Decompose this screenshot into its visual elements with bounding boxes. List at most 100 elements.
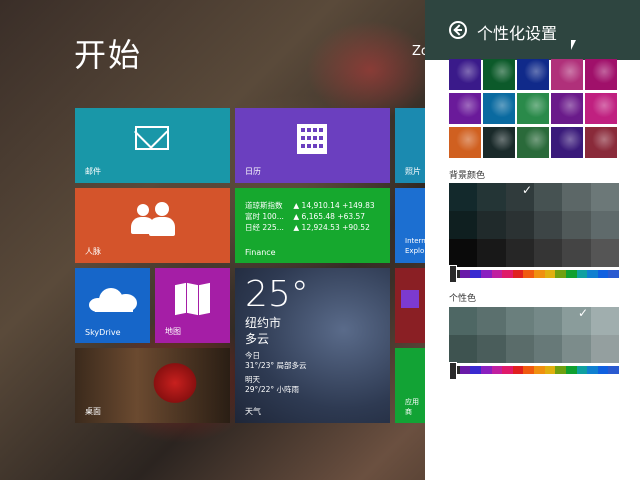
tile-skydrive[interactable]: SkyDrive — [75, 268, 150, 343]
tile-photos[interactable]: 照片 — [395, 108, 425, 183]
hue-segment[interactable] — [576, 366, 588, 374]
tile-games[interactable] — [395, 268, 425, 343]
tile-finance-label: Finance — [245, 248, 276, 257]
hue-segment[interactable] — [555, 366, 566, 374]
tile-people[interactable]: 人脉 — [75, 188, 230, 263]
color-swatch[interactable] — [477, 211, 506, 239]
hue-segment[interactable] — [587, 366, 598, 374]
color-swatch[interactable] — [533, 307, 563, 335]
hue-segment[interactable] — [608, 270, 619, 278]
color-swatch[interactable] — [590, 239, 619, 267]
tile-maps[interactable]: 地图 — [155, 268, 230, 343]
hue-segment[interactable] — [512, 366, 524, 374]
background-hue-slider-thumb[interactable] — [449, 265, 457, 283]
pattern-option[interactable] — [483, 93, 515, 124]
tile-mail-label: 邮件 — [85, 167, 101, 176]
color-swatch[interactable] — [562, 183, 591, 211]
tile-calendar[interactable]: 日历 — [235, 108, 390, 183]
hue-segment[interactable] — [534, 366, 545, 374]
hue-segment[interactable] — [587, 270, 598, 278]
pattern-option[interactable] — [449, 59, 481, 90]
color-swatch[interactable] — [449, 183, 478, 211]
hue-segment[interactable] — [459, 366, 471, 374]
color-swatch[interactable] — [533, 239, 563, 267]
pattern-option[interactable] — [585, 93, 617, 124]
back-arrow-icon[interactable] — [449, 21, 467, 39]
hue-segment[interactable] — [597, 366, 609, 374]
color-swatch[interactable] — [590, 211, 619, 239]
accent-hue-slider-thumb[interactable] — [449, 362, 457, 380]
hue-segment[interactable] — [470, 270, 481, 278]
pattern-option[interactable] — [585, 127, 617, 158]
hue-segment[interactable] — [597, 270, 609, 278]
tile-store[interactable]: 应用商 — [395, 348, 425, 423]
color-swatch[interactable] — [477, 239, 506, 267]
hue-segment[interactable] — [565, 366, 577, 374]
color-swatch[interactable] — [449, 307, 478, 335]
hue-segment[interactable] — [565, 270, 577, 278]
color-swatch[interactable] — [505, 211, 534, 239]
pattern-option[interactable] — [551, 59, 583, 90]
color-swatch[interactable] — [477, 335, 506, 363]
cloud-icon — [89, 288, 137, 312]
weather-city: 纽约市 — [245, 316, 282, 330]
hue-segment[interactable] — [544, 366, 556, 374]
background-color-label: 背景颜色 — [449, 171, 486, 181]
hue-segment[interactable] — [523, 270, 534, 278]
pattern-option[interactable] — [517, 59, 549, 90]
hue-segment[interactable] — [491, 270, 503, 278]
tile-mail[interactable]: 邮件 — [75, 108, 230, 183]
color-swatch[interactable] — [562, 211, 591, 239]
pattern-option[interactable] — [585, 59, 617, 90]
accent-hue-slider[interactable] — [449, 366, 619, 374]
color-swatch[interactable] — [449, 335, 478, 363]
tile-internet-explorer[interactable]: Intern Explo — [395, 188, 425, 263]
trophy-icon — [401, 290, 419, 308]
color-swatch[interactable] — [533, 183, 563, 211]
hue-segment[interactable] — [502, 366, 513, 374]
color-swatch[interactable] — [533, 335, 563, 363]
tile-finance[interactable]: 道琼斯指数 ▲ 14,910.14 +149.83 富时 100... ▲ 6,… — [235, 188, 390, 263]
color-swatch[interactable] — [477, 183, 506, 211]
tile-weather[interactable]: 25° 纽约市 多云 今日 31°/23° 局部多云 明天 29°/22° 小阵… — [235, 268, 390, 423]
hue-segment[interactable] — [512, 270, 524, 278]
color-swatch[interactable] — [505, 307, 534, 335]
hue-segment[interactable] — [480, 270, 492, 278]
weather-today-forecast: 31°/23° 局部多云 — [245, 361, 307, 370]
tile-desktop[interactable]: 桌面 — [75, 348, 230, 423]
hue-segment[interactable] — [608, 366, 619, 374]
color-swatch[interactable] — [562, 335, 591, 363]
pattern-option[interactable] — [449, 127, 481, 158]
hue-segment[interactable] — [480, 366, 492, 374]
background-hue-slider[interactable] — [449, 270, 619, 278]
color-swatch[interactable] — [590, 307, 619, 335]
background-color-grid — [449, 183, 619, 267]
pattern-option[interactable] — [483, 59, 515, 90]
pattern-option[interactable] — [483, 127, 515, 158]
color-swatch[interactable] — [505, 239, 534, 267]
color-swatch[interactable] — [449, 211, 478, 239]
color-swatch[interactable] — [477, 307, 506, 335]
pattern-option[interactable] — [551, 127, 583, 158]
hue-segment[interactable] — [534, 270, 545, 278]
color-swatch[interactable] — [562, 239, 591, 267]
hue-segment[interactable] — [491, 366, 503, 374]
pattern-option[interactable] — [449, 93, 481, 124]
pattern-option[interactable] — [517, 127, 549, 158]
hue-segment[interactable] — [576, 270, 588, 278]
mouse-cursor-icon — [571, 40, 576, 50]
color-swatch[interactable] — [590, 183, 619, 211]
hue-segment[interactable] — [544, 270, 556, 278]
color-swatch[interactable] — [449, 239, 478, 267]
pattern-option[interactable] — [551, 93, 583, 124]
hue-segment[interactable] — [555, 270, 566, 278]
color-swatch[interactable] — [533, 211, 563, 239]
finance-row: 富时 100... ▲ 6,165.48 +63.57 — [245, 211, 365, 222]
hue-segment[interactable] — [502, 270, 513, 278]
hue-segment[interactable] — [470, 366, 481, 374]
color-swatch[interactable] — [505, 335, 534, 363]
pattern-option[interactable] — [517, 93, 549, 124]
color-swatch[interactable] — [590, 335, 619, 363]
hue-segment[interactable] — [523, 366, 534, 374]
hue-segment[interactable] — [459, 270, 471, 278]
